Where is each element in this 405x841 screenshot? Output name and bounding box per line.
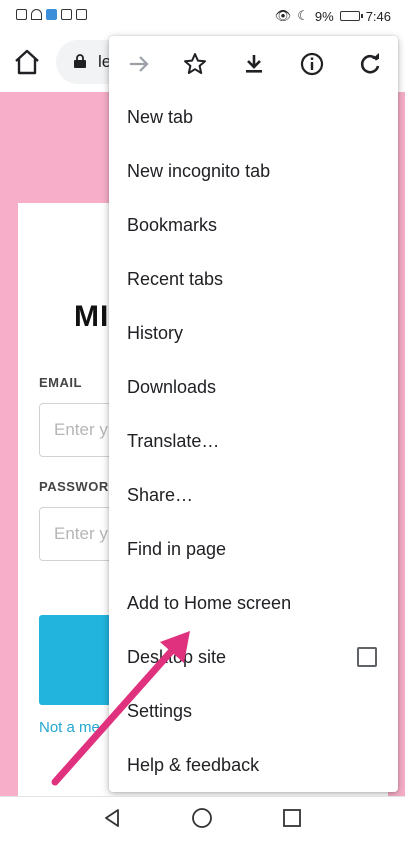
menu-item-label: New tab [127, 107, 194, 127]
moon-icon: ☾ [297, 8, 309, 23]
eye-comfort-icon: 👁 [274, 8, 292, 23]
menu-item-label: Downloads [127, 377, 217, 397]
password-label: PASSWORD [39, 479, 119, 494]
menu-item-find-in-page[interactable]: Find in page [109, 523, 398, 577]
menu-item-label: Desktop site [127, 647, 227, 667]
square-recents-icon [283, 809, 301, 827]
menu-item-help-feedback[interactable]: Help & feedback [109, 739, 398, 793]
lock-icon [74, 54, 86, 68]
email-label: EMAIL [39, 375, 82, 390]
back-nav-button[interactable] [101, 807, 123, 829]
triangle-back-icon [105, 809, 119, 827]
menu-item-label: Find in page [127, 539, 227, 559]
download-page-button[interactable] [240, 50, 268, 78]
system-navigation-bar [0, 796, 405, 841]
menu-icon-row [109, 36, 398, 92]
menu-item-bookmarks[interactable]: Bookmarks [109, 199, 398, 253]
menu-item-desktop-site[interactable]: Desktop site [109, 631, 398, 685]
forward-button[interactable] [125, 50, 153, 78]
menu-item-add-to-home-screen[interactable]: Add to Home screen [109, 577, 398, 631]
menu-item-label: Settings [127, 701, 193, 721]
status-bar: 👁 ☾ 9% 7:46 [0, 0, 405, 32]
star-icon [184, 53, 206, 74]
refresh-icon [360, 53, 380, 74]
desktop-site-checkbox[interactable] [357, 647, 377, 667]
menu-item-label: Bookmarks [127, 215, 218, 235]
app-notification-icon [46, 9, 57, 20]
home-nav-button[interactable] [191, 807, 213, 829]
menu-item-downloads[interactable]: Downloads [109, 361, 398, 415]
menu-item-translate[interactable]: Translate… [109, 415, 398, 469]
forward-arrow-icon [130, 56, 149, 72]
reload-button[interactable] [356, 50, 384, 78]
menu-item-settings[interactable]: Settings [109, 685, 398, 739]
menu-item-label: Share… [127, 485, 194, 505]
notification-icons [16, 9, 87, 20]
not-member-link[interactable]: Not a me [39, 719, 100, 736]
info-icon [300, 52, 324, 76]
home-button[interactable] [12, 48, 42, 76]
page-info-button[interactable] [298, 50, 326, 78]
battery-icon [339, 11, 363, 21]
clock: 7:46 [365, 8, 391, 24]
mail-icon [61, 9, 72, 20]
bookmark-star-button[interactable] [181, 50, 209, 78]
battery-percent: 9% [314, 8, 334, 24]
system-icons: 👁 ☾ 9% 7:46 [275, 8, 391, 24]
image-icon [76, 9, 87, 20]
home-icon [15, 49, 39, 75]
menu-item-label: Translate… [127, 431, 220, 451]
menu-item-label: Add to Home screen [127, 593, 292, 613]
menu-item-label: History [127, 323, 184, 343]
menu-item-new-incognito-tab[interactable]: New incognito tab [109, 145, 398, 199]
email-placeholder: Enter y [54, 420, 108, 439]
menu-item-new-tab[interactable]: New tab [109, 91, 398, 145]
password-placeholder: Enter y [54, 524, 108, 543]
menu-item-recent-tabs[interactable]: Recent tabs [109, 253, 398, 307]
menu-item-label: Help & feedback [127, 755, 260, 775]
menu-item-share[interactable]: Share… [109, 469, 398, 523]
site-logo: MI [74, 300, 110, 333]
circle-home-icon [192, 808, 212, 828]
wifi-icon [31, 9, 42, 20]
menu-item-label: New incognito tab [127, 161, 271, 181]
menu-item-label: Recent tabs [127, 269, 224, 289]
browser-overflow-menu: New tab New incognito tab Bookmarks Rece… [109, 36, 398, 792]
alert-icon [16, 9, 27, 20]
download-icon [246, 55, 262, 73]
menu-item-history[interactable]: History [109, 307, 398, 361]
recents-nav-button[interactable] [281, 807, 303, 829]
